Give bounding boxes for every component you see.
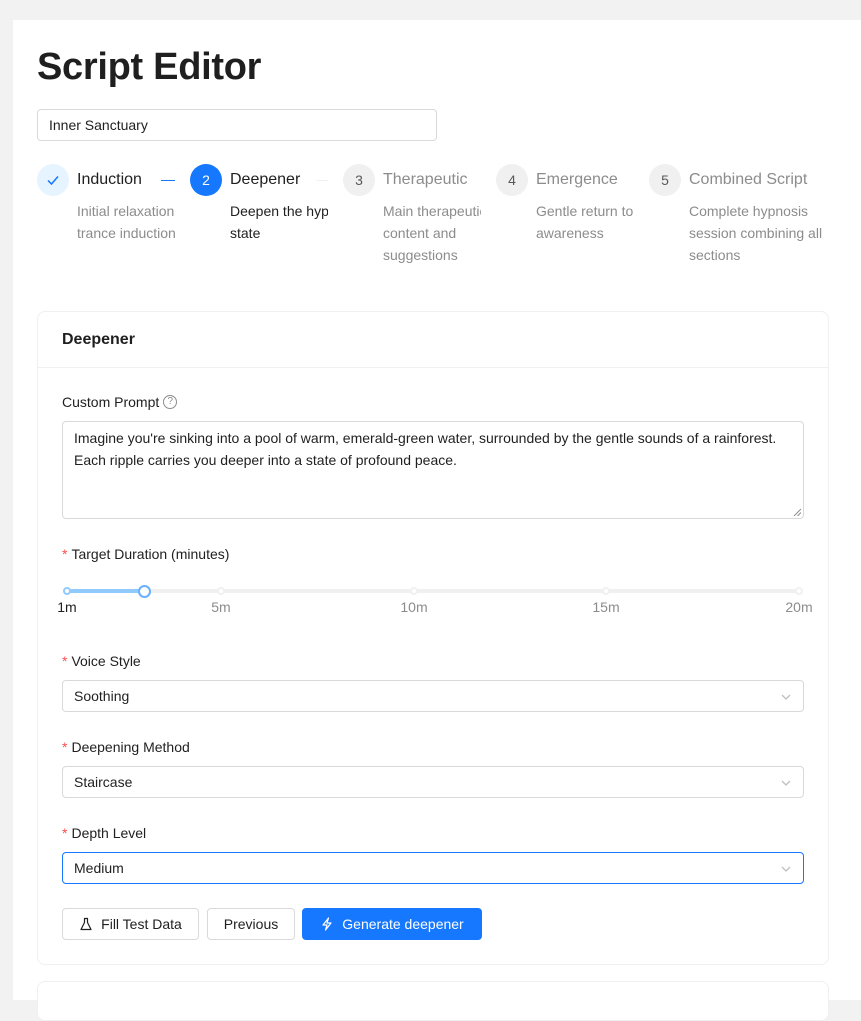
required-mark: * (62, 653, 68, 669)
depth-level-select[interactable]: Medium (62, 852, 804, 884)
required-mark: * (62, 825, 68, 841)
card-title: Deepener (38, 312, 828, 368)
duration-slider[interactable] (62, 582, 803, 602)
slider-mark-dot[interactable] (217, 587, 225, 595)
required-mark: * (62, 739, 68, 755)
deepener-card: Deepener Custom Prompt ? Imagine you're … (37, 311, 829, 965)
chevron-down-icon (781, 866, 791, 872)
page-title: Script Editor (37, 46, 262, 88)
step-number: 5 (649, 164, 681, 196)
script-name-input[interactable] (37, 109, 437, 141)
main-panel: Script Editor Induction Initial relaxati… (13, 20, 861, 1021)
step-connector (316, 180, 328, 181)
depth-level-label: * Depth Level (62, 825, 147, 841)
slider-mark-dot[interactable] (602, 587, 610, 595)
slider-rail (67, 589, 799, 593)
step-number: 2 (190, 164, 222, 196)
slider-mark-label[interactable]: 5m (211, 599, 230, 615)
previous-button[interactable]: Previous (207, 908, 295, 940)
step-title: Deepener (230, 171, 301, 188)
chevron-down-icon (781, 694, 791, 700)
experiment-icon (80, 917, 92, 931)
thunderbolt-icon (322, 917, 332, 931)
slider-handle[interactable] (137, 585, 151, 598)
step-description: Initial relaxation trance induction (77, 203, 175, 241)
duration-label: * Target Duration (minutes) (62, 546, 230, 562)
slider-mark-label[interactable]: 15m (592, 599, 619, 615)
step-description: Gentle return to awareness (536, 203, 633, 241)
step-title: Combined Script (689, 171, 808, 188)
deepening-method-label: * Deepening Method (62, 739, 190, 755)
slider-mark-dot[interactable] (63, 587, 71, 595)
step-description: Deepen the hypnotic state (230, 203, 328, 241)
voice-style-value: Soothing (74, 688, 130, 704)
voice-style-label: * Voice Style (62, 653, 141, 669)
deepening-method-select[interactable]: Staircase (62, 766, 804, 798)
required-mark: * (62, 546, 68, 562)
step-connector (161, 180, 175, 181)
voice-style-select[interactable]: Soothing (62, 680, 804, 712)
check-icon (37, 164, 69, 196)
custom-prompt-label: Custom Prompt ? (62, 394, 178, 410)
question-circle-icon[interactable]: ? (163, 395, 178, 409)
slider-mark-label[interactable]: 20m (785, 599, 812, 615)
fill-test-data-button[interactable]: Fill Test Data (62, 908, 199, 940)
custom-prompt-textarea[interactable]: Imagine you're sinking into a pool of wa… (62, 421, 804, 519)
step-number: 4 (496, 164, 528, 196)
next-card (37, 981, 829, 1021)
step-description: Complete hypnosis session combining all … (689, 203, 823, 263)
resize-handle-icon[interactable] (793, 508, 801, 516)
depth-level-value: Medium (74, 860, 124, 876)
slider-track (67, 589, 145, 593)
step-number: 3 (343, 164, 375, 196)
step-title: Induction (77, 171, 142, 188)
generate-deepener-button[interactable]: Generate deepener (302, 908, 482, 940)
slider-mark-label[interactable]: 10m (400, 599, 427, 615)
deepening-method-value: Staircase (74, 774, 133, 790)
slider-mark-dot[interactable] (410, 587, 418, 595)
slider-mark-label[interactable]: 1m (57, 599, 76, 615)
step-description: Main therapeutic content and suggestions (383, 203, 481, 263)
chevron-down-icon (781, 780, 791, 786)
step-title: Therapeutic (383, 171, 468, 188)
step-title: Emergence (536, 171, 618, 188)
slider-mark-dot[interactable] (795, 587, 803, 595)
custom-prompt-text: Imagine you're sinking into a pool of wa… (74, 430, 777, 468)
